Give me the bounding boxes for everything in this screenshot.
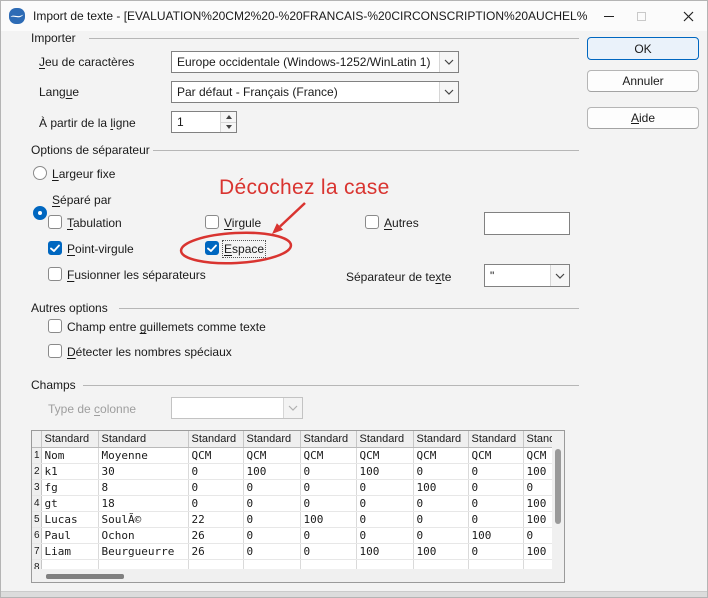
title-bar: Import de texte - [EVALUATION%20CM2%20-%… [1, 1, 708, 31]
quoted-as-text-label[interactable]: Champ entre guillemets comme texte [67, 320, 266, 334]
other-options-group-line [119, 308, 579, 309]
comma-label[interactable]: Virgule [224, 216, 261, 230]
import-text-dialog: Import de texte - [EVALUATION%20CM2%20-%… [0, 0, 708, 598]
table-row[interactable]: 4gt18000000100 [32, 495, 552, 511]
detect-special-checkbox[interactable] [48, 344, 62, 358]
semicolon-checkbox[interactable] [48, 241, 62, 255]
fields-legend: Champs [31, 378, 76, 392]
separated-by-label[interactable]: Séparé par [52, 193, 111, 207]
importer-group-line [89, 38, 579, 39]
other-options-legend: Autres options [31, 301, 108, 315]
maximize-icon [623, 1, 659, 31]
other-checkbox[interactable] [365, 215, 379, 229]
separator-group-line [153, 150, 579, 151]
horizontal-scrollbar[interactable] [32, 570, 552, 582]
space-checkbox[interactable] [205, 241, 219, 255]
preview-table-frame: StandardStandardStandardStandardStandard… [31, 430, 565, 583]
help-button[interactable]: Aide [587, 107, 699, 129]
separator-options-legend: Options de séparateur [31, 143, 150, 157]
charset-select[interactable]: Europe occidentale (Windows-1252/WinLati… [171, 51, 459, 73]
column-type-select [171, 397, 303, 419]
tab-label[interactable]: Tabulation [67, 216, 122, 230]
spin-down-icon[interactable] [221, 123, 236, 133]
cancel-button[interactable]: Annuler [587, 70, 699, 92]
comma-checkbox[interactable] [205, 215, 219, 229]
from-row-label: À partir de la ligne [39, 116, 136, 130]
merge-separators-checkbox[interactable] [48, 267, 62, 281]
detect-special-label[interactable]: Détecter les nombres spéciaux [67, 345, 232, 359]
separated-by-radio[interactable] [33, 206, 47, 220]
language-label: Langue [39, 85, 79, 99]
text-separator-select[interactable]: " [484, 264, 570, 287]
preview-table[interactable]: StandardStandardStandardStandardStandard… [32, 431, 552, 569]
horizontal-scrollbar-thumb[interactable] [46, 574, 124, 579]
table-row[interactable]: 5LucasSoulÃ©220100000100 [32, 511, 552, 527]
tab-checkbox[interactable] [48, 215, 62, 229]
chevron-down-icon[interactable] [439, 82, 458, 102]
table-row[interactable]: 6PaulOchon2600001000 [32, 527, 552, 543]
space-label[interactable]: Espace [224, 242, 264, 256]
close-icon[interactable] [667, 1, 708, 31]
window-bottom-edge [1, 591, 708, 598]
chevron-down-icon[interactable] [439, 52, 458, 72]
language-select[interactable]: Par défaut - Français (France) [171, 81, 459, 103]
column-type-label: Type de colonne [48, 402, 136, 416]
charset-label: Jeu de caractères [39, 55, 134, 69]
chevron-down-icon[interactable] [550, 265, 569, 286]
ok-button[interactable]: OK [587, 37, 699, 60]
table-row[interactable]: 8 [32, 559, 552, 569]
spin-up-icon[interactable] [221, 112, 236, 123]
other-separator-input[interactable] [484, 212, 570, 235]
minimize-icon[interactable] [591, 1, 627, 31]
vertical-scrollbar[interactable] [552, 431, 564, 570]
annotation-text: Décochez la case [219, 176, 390, 200]
fixed-width-label[interactable]: Largeur fixe [52, 167, 115, 181]
chevron-down-icon [283, 398, 302, 418]
text-separator-label: Séparateur de texte [346, 270, 451, 284]
fields-group-line [83, 385, 579, 386]
merge-separators-label[interactable]: Fusionner les séparateurs [67, 268, 206, 282]
quoted-as-text-checkbox[interactable] [48, 319, 62, 333]
libreoffice-calc-logo-icon [9, 8, 25, 24]
semicolon-label[interactable]: Point-virgule [67, 242, 134, 256]
importer-legend: Importer [31, 31, 76, 45]
table-row[interactable]: 1NomMoyenneQCMQCMQCMQCMQCMQCMQCM [32, 447, 552, 463]
other-label[interactable]: Autres [384, 216, 419, 230]
window-title: Import de texte - [EVALUATION%20CM2%20-%… [33, 9, 588, 23]
table-row[interactable]: 3fg8000010000 [32, 479, 552, 495]
table-row[interactable]: 7LiamBeurgueurre26001001000100 [32, 543, 552, 559]
table-row[interactable]: 2k1300100010000100 [32, 463, 552, 479]
vertical-scrollbar-thumb[interactable] [555, 449, 561, 524]
from-row-stepper[interactable]: 1 [171, 111, 237, 133]
fixed-width-radio[interactable] [33, 166, 47, 180]
